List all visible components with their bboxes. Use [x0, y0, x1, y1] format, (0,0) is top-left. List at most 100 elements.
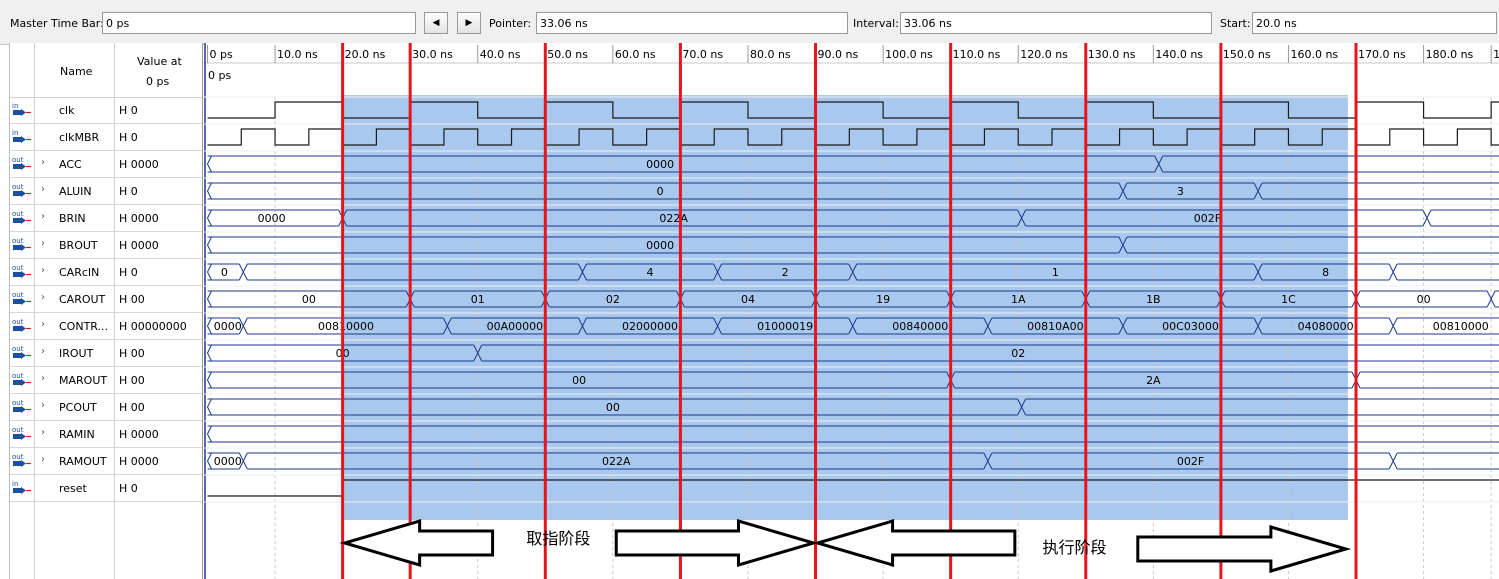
bus-value-label: 0000: [646, 158, 674, 171]
signal-value: H 00: [119, 347, 145, 360]
signal-row-clk[interactable]: in clk H 0: [10, 97, 202, 124]
time-tick-label: 30.0 ns: [412, 48, 453, 61]
expand-chevron-icon[interactable]: ›: [41, 184, 45, 195]
bus-start: [206, 290, 212, 308]
bus-value-label: 02: [1011, 347, 1025, 360]
expand-chevron-icon[interactable]: ›: [41, 400, 45, 411]
bus-value-label: 01: [471, 293, 485, 306]
bus-value-label: 00810000: [1433, 320, 1489, 333]
bus-start: [206, 317, 212, 335]
time-tick-label: 20.0 ns: [345, 48, 386, 61]
signal-row-acc[interactable]: out › ACC H 0000: [10, 151, 202, 178]
time-tick-label: 120.0 ns: [1020, 48, 1068, 61]
value-column-header[interactable]: Value at: [137, 55, 182, 68]
signal-value: H 0000: [119, 428, 159, 441]
output-pin-icon: out: [11, 425, 33, 443]
pointer-field[interactable]: 33.06 ns: [536, 12, 848, 34]
signal-value: H 00: [119, 293, 145, 306]
bus-value-label: 01000019: [757, 320, 813, 333]
expand-chevron-icon[interactable]: ›: [41, 211, 45, 222]
prev-transition-button[interactable]: ◀: [424, 12, 448, 34]
waveform-canvas[interactable]: 0 ps 10.0 ns 20.0 ns 30.0 ns 40.0 ns 50.0 ns 6…: [204, 43, 1499, 579]
svg-text:out: out: [12, 156, 24, 164]
bus-segment: [1397, 452, 1499, 470]
bus-value-label: 0: [657, 185, 664, 198]
signal-name: CARcIN: [59, 266, 100, 279]
time-tick-label: 100.0 ns: [885, 48, 933, 61]
expand-chevron-icon[interactable]: ›: [41, 319, 45, 330]
execute-phase-label: 执行阶段: [1043, 538, 1107, 557]
signal-row-pcout[interactable]: out › PCOUT H 00: [10, 394, 202, 421]
svg-text:out: out: [12, 399, 24, 407]
signal-row-brin[interactable]: out › BRIN H 0000: [10, 205, 202, 232]
bus-value-label: 00: [1417, 293, 1431, 306]
bus-value-label: 002F: [1177, 455, 1204, 468]
signal-row-aluin[interactable]: out › ALUIN H 0: [10, 178, 202, 205]
output-pin-icon: out: [11, 209, 33, 227]
bus-value-label: 00: [572, 374, 586, 387]
bus-value-label: 02: [606, 293, 620, 306]
name-column-header[interactable]: Name: [60, 65, 92, 78]
bus-value-label: 1B: [1146, 293, 1161, 306]
phase-arrow: [614, 518, 819, 568]
expand-chevron-icon[interactable]: ›: [41, 373, 45, 384]
signal-row-ramout[interactable]: out › RAMOUT H 0000: [10, 448, 202, 475]
bus-segment: [1430, 209, 1499, 227]
output-pin-icon: out: [11, 344, 33, 362]
master-time-bar-label: Master Time Bar:: [10, 17, 104, 30]
output-pin-icon: out: [11, 263, 33, 281]
signal-row-ramin[interactable]: out › RAMIN H 0000: [10, 421, 202, 448]
bus-value-label: 3: [1177, 185, 1184, 198]
bus-value-label: 1C: [1281, 293, 1296, 306]
waveform-pane[interactable]: 0 ps 10.0 ns 20.0 ns 30.0 ns 40.0 ns 50.0 ns 6…: [204, 43, 1499, 579]
expand-chevron-icon[interactable]: ›: [41, 265, 45, 276]
svg-text:in: in: [12, 480, 18, 488]
signal-row-carout[interactable]: out › CAROUT H 00: [10, 286, 202, 313]
expand-chevron-icon[interactable]: ›: [41, 427, 45, 438]
signal-row-reset[interactable]: in reset H 0: [10, 475, 202, 502]
expand-chevron-icon[interactable]: ›: [41, 346, 45, 357]
time-tick-label: 0 ps: [210, 48, 233, 61]
value-column-header-time: 0 ps: [146, 75, 170, 88]
triangle-right-icon: ▶: [465, 18, 473, 28]
bus-value-label: 0: [221, 266, 228, 279]
time-tick-label: 40.0 ns: [480, 48, 521, 61]
phase-arrow: [1136, 524, 1352, 574]
bus-value-label: 00810000: [318, 320, 374, 333]
next-transition-button[interactable]: ▶: [457, 12, 481, 34]
bus-start: [206, 263, 212, 281]
time-tick-label: 50.0 ns: [547, 48, 588, 61]
expand-chevron-icon[interactable]: ›: [41, 157, 45, 168]
bus-value-label: 19: [876, 293, 890, 306]
signal-name: clkMBR: [59, 131, 100, 144]
svg-text:out: out: [12, 318, 24, 326]
bus-value-label: 00: [302, 293, 316, 306]
master-time-bar-field[interactable]: 0 ps: [102, 12, 416, 34]
expand-chevron-icon[interactable]: ›: [41, 292, 45, 303]
signal-row-contr[interactable]: out › CONTR... H 00000000: [10, 313, 202, 340]
signal-row-irout[interactable]: out › IROUT H 00: [10, 340, 202, 367]
svg-text:in: in: [12, 129, 18, 137]
bus-start: [206, 155, 212, 173]
bus-value-label: 00810A00: [1027, 320, 1084, 333]
expand-chevron-icon[interactable]: ›: [41, 238, 45, 249]
pointer-label: Pointer:: [489, 17, 532, 30]
bus-value-label: 4: [647, 266, 654, 279]
start-field[interactable]: 20.0 ns: [1252, 12, 1497, 34]
output-pin-icon: out: [11, 398, 33, 416]
interval-field[interactable]: 33.06 ns: [900, 12, 1212, 34]
bus-start: [206, 209, 212, 227]
signal-row-marout[interactable]: out › MAROUT H 00: [10, 367, 202, 394]
time-tick-label: 70.0 ns: [682, 48, 723, 61]
signal-row-clkmbr[interactable]: in clkMBR H 0: [10, 124, 202, 151]
time-tick-label: 140.0 ns: [1155, 48, 1203, 61]
svg-text:out: out: [12, 372, 24, 380]
signal-row-carcin[interactable]: out › CARcIN H 0: [10, 259, 202, 286]
svg-text:out: out: [12, 291, 24, 299]
input-pin-icon: in: [11, 479, 33, 497]
expand-chevron-icon[interactable]: ›: [41, 454, 45, 465]
signal-row-brout[interactable]: out › BROUT H 0000: [10, 232, 202, 259]
signal-value: H 0: [119, 104, 138, 117]
signal-name: BRIN: [59, 212, 86, 225]
input-pin-icon: in: [11, 128, 33, 146]
